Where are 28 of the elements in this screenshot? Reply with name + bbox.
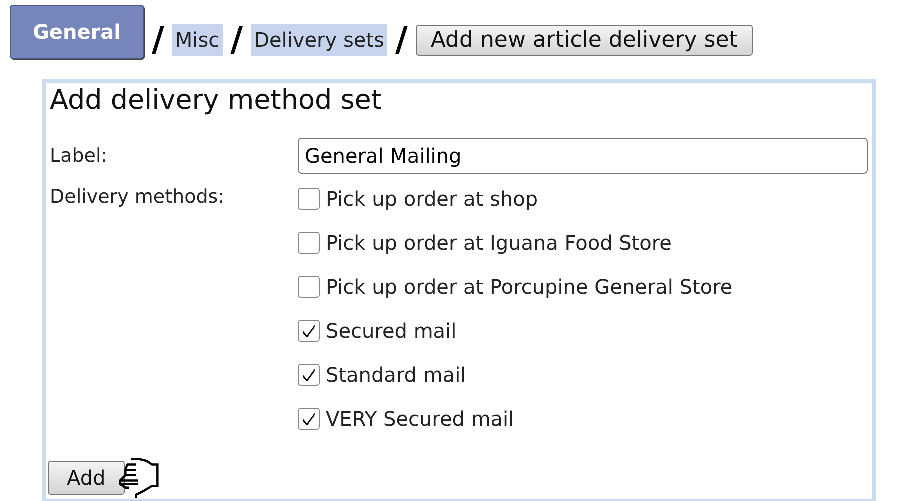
checkbox-label[interactable]: Pick up order at Iguana Food Store bbox=[326, 231, 672, 255]
checkbox[interactable] bbox=[298, 320, 320, 342]
checkbox[interactable] bbox=[298, 232, 320, 254]
breadcrumb-separator: / bbox=[152, 20, 164, 60]
checkbox[interactable] bbox=[298, 408, 320, 430]
checkbox-label[interactable]: Secured mail bbox=[326, 319, 457, 343]
general-tab[interactable]: General bbox=[10, 5, 144, 59]
checkbox-label[interactable]: Standard mail bbox=[326, 363, 466, 387]
field-label: Delivery methods: bbox=[50, 186, 226, 208]
add-button[interactable]: Add bbox=[48, 461, 125, 495]
check-icon bbox=[303, 368, 315, 382]
checkbox[interactable] bbox=[298, 188, 320, 210]
checkbox-label[interactable]: Pick up order at shop bbox=[326, 187, 538, 211]
hand-cursor-icon bbox=[118, 458, 159, 499]
checkbox[interactable] bbox=[298, 276, 320, 298]
breadcrumb-link[interactable]: Misc bbox=[172, 24, 223, 56]
checkbox[interactable] bbox=[298, 364, 320, 386]
check-icon bbox=[303, 324, 315, 338]
field-label: Label: bbox=[50, 145, 109, 167]
checkbox-label[interactable]: VERY Secured mail bbox=[326, 407, 514, 431]
add-set-button[interactable]: Add new article delivery set bbox=[416, 24, 753, 56]
breadcrumb-separator: / bbox=[395, 20, 408, 60]
breadcrumb-link[interactable]: Delivery sets bbox=[251, 24, 388, 56]
label-input[interactable]: General Mailing bbox=[298, 138, 868, 174]
breadcrumb-separator: / bbox=[230, 20, 244, 60]
form-title: Add delivery method set bbox=[50, 85, 383, 116]
checkbox-label[interactable]: Pick up order at Porcupine General Store bbox=[326, 275, 733, 299]
check-icon bbox=[303, 412, 315, 426]
